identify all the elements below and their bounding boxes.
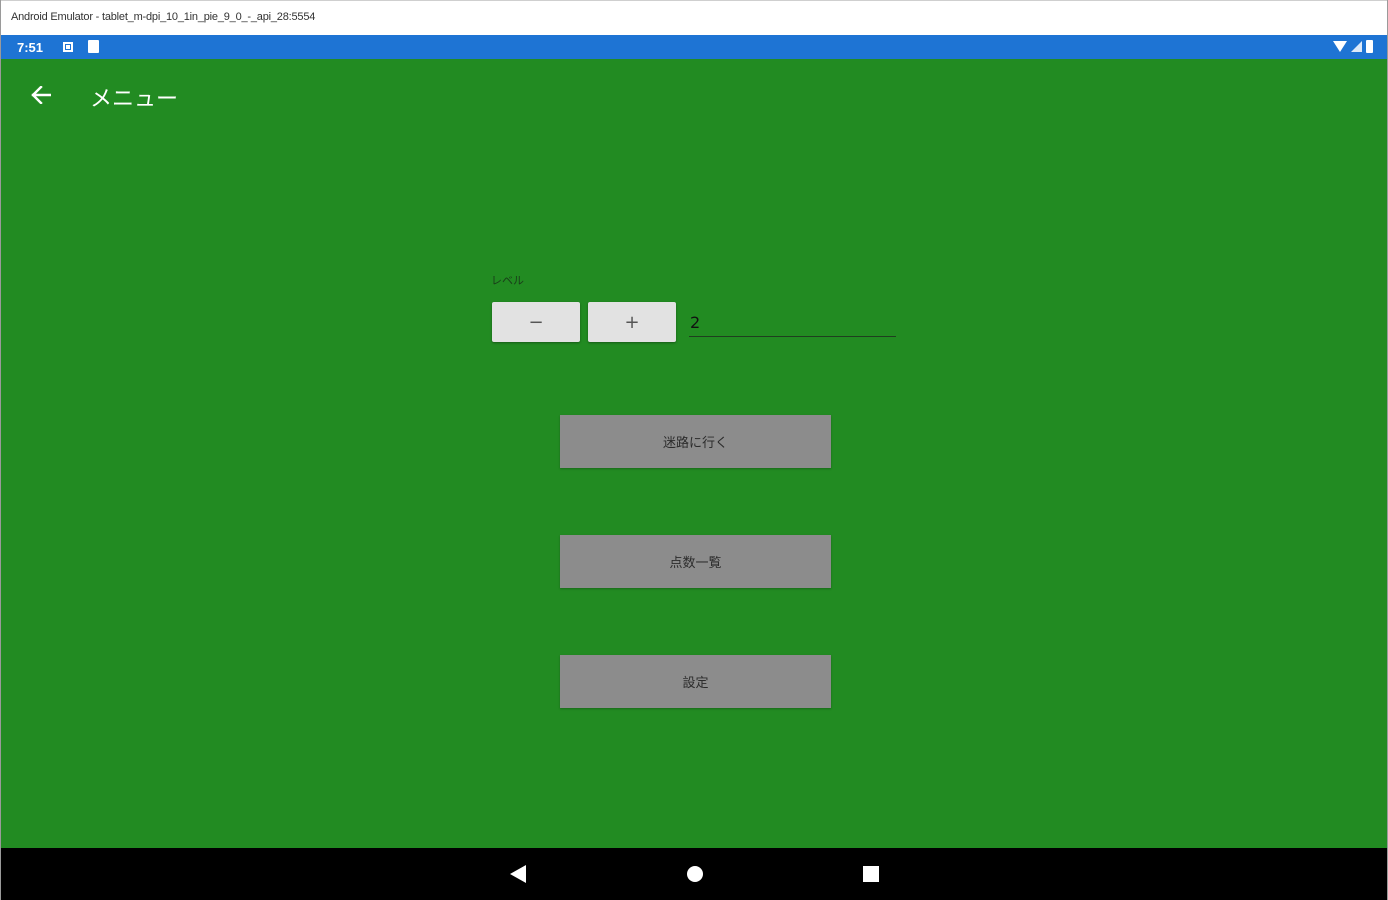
window-title: Android Emulator - tablet_m-dpi_10_1in_p… <box>11 11 316 23</box>
cell-signal-icon <box>1351 41 1362 52</box>
wifi-icon <box>1333 41 1347 52</box>
sd-card-icon <box>88 40 99 53</box>
level-label: レベル <box>491 274 524 287</box>
status-bar: 7:51 <box>1 35 1387 59</box>
app-screen: メニュー レベル − + 2 迷路に行く 点数一覧 設定 <box>1 59 1387 848</box>
settings-button[interactable]: 設定 <box>560 655 831 708</box>
notification-icon <box>63 42 73 52</box>
status-icons-right <box>1333 40 1373 53</box>
level-decrease-button[interactable]: − <box>492 302 580 342</box>
nav-back-icon[interactable] <box>510 865 526 883</box>
window-titlebar: Android Emulator - tablet_m-dpi_10_1in_p… <box>1 0 1387 36</box>
level-increase-button[interactable]: + <box>588 302 676 342</box>
arrow-left-icon[interactable] <box>25 79 57 111</box>
status-time: 7:51 <box>17 40 44 55</box>
page-title: メニュー <box>90 87 179 112</box>
score-list-button[interactable]: 点数一覧 <box>560 535 831 588</box>
nav-home-icon[interactable] <box>687 866 703 882</box>
battery-icon <box>1366 40 1373 53</box>
nav-recents-icon[interactable] <box>863 866 879 882</box>
navigation-bar <box>1 848 1387 900</box>
level-input[interactable]: 2 <box>689 309 896 337</box>
emulator-window: Android Emulator - tablet_m-dpi_10_1in_p… <box>0 0 1388 900</box>
go-to-maze-button[interactable]: 迷路に行く <box>560 415 831 468</box>
